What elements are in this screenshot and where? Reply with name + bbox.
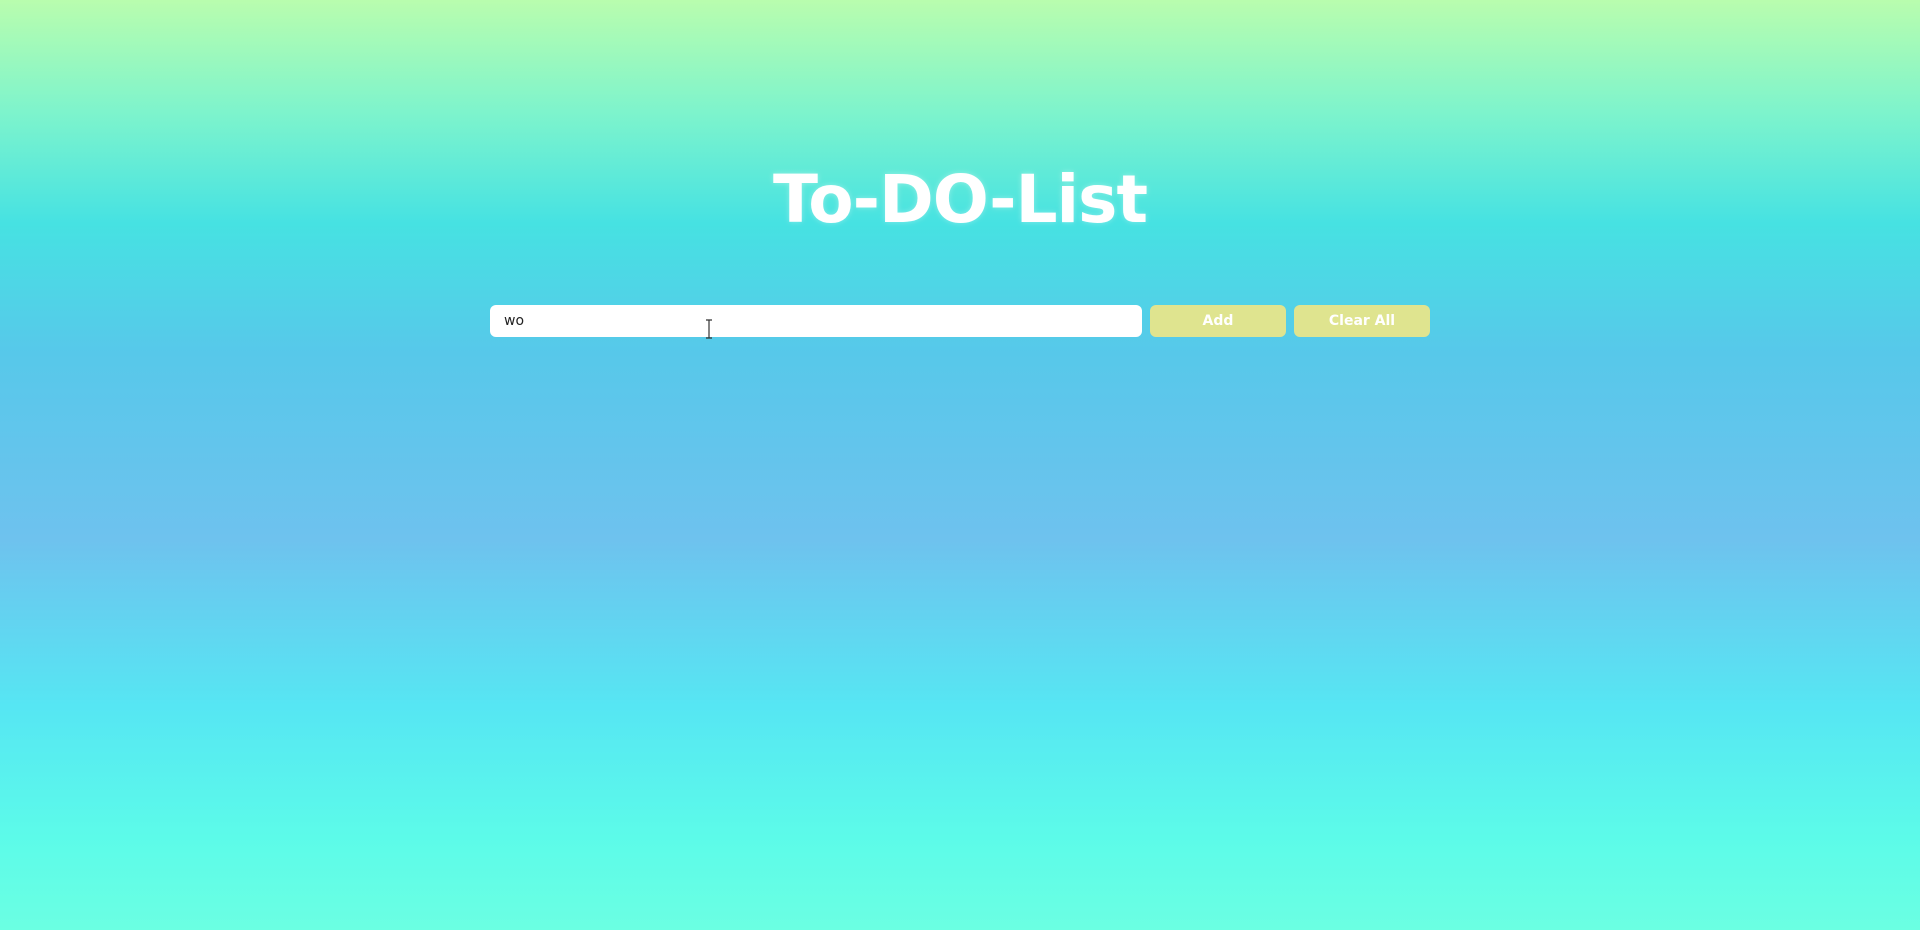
page-title: To-DO-List <box>772 161 1148 238</box>
clear-all-button[interactable]: Clear All <box>1294 305 1430 337</box>
i-beam-cursor-icon <box>706 319 712 339</box>
page: To-DO-List Add Clear All <box>0 0 1920 930</box>
add-button[interactable]: Add <box>1150 305 1286 337</box>
task-form: Add Clear All <box>490 305 1430 337</box>
task-input[interactable] <box>490 305 1142 337</box>
